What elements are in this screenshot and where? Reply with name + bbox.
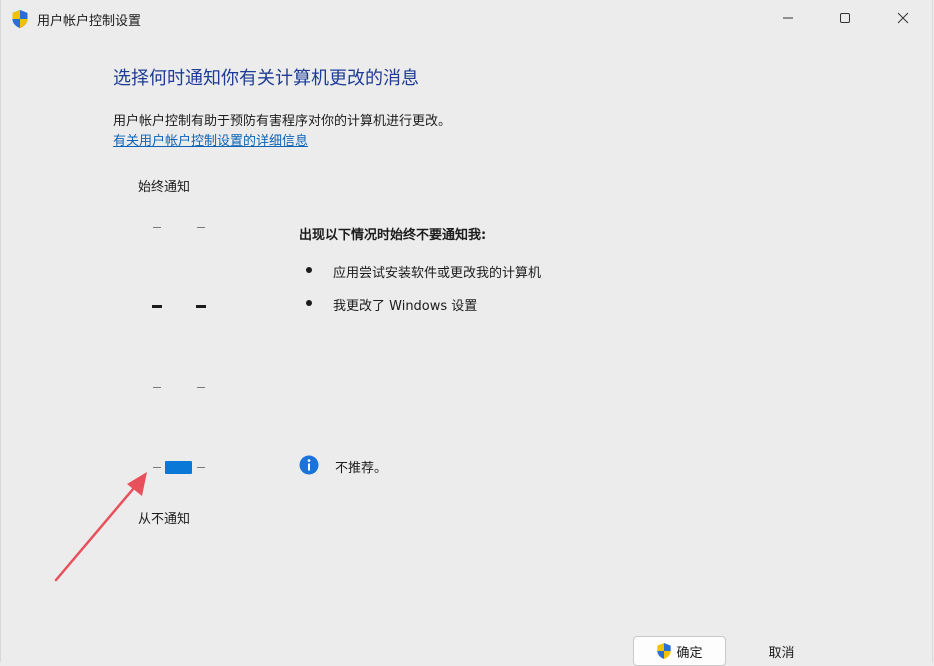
title-bar: 用户帐户控制设置: [1, 0, 934, 36]
slider-tick: [197, 467, 205, 468]
close-button[interactable]: [874, 0, 932, 36]
annotation-arrow: [54, 472, 147, 582]
cancel-button-label: 取消: [768, 645, 795, 661]
maximize-icon: [840, 13, 850, 23]
slider-tick: [197, 227, 205, 228]
page-description: 用户帐户控制有助于预防有害程序对你的计算机进行更改。: [113, 114, 452, 129]
uac-shield-icon: [12, 10, 28, 28]
maximize-button[interactable]: [816, 0, 874, 36]
uac-settings-window: 用户帐户控制设置 选择何时通知你有关计算机更改的消息 用户帐户控制有助于预防有害…: [0, 0, 934, 666]
slider-tick-default: [196, 305, 206, 308]
slider-tick-default: [152, 305, 162, 308]
panel-title: 出现以下情况时始终不要通知我:: [299, 228, 487, 243]
panel-bullet: 我更改了 Windows 设置: [333, 299, 478, 314]
slider-top-label: 始终通知: [138, 180, 191, 195]
not-recommended-text: 不推荐。: [335, 461, 388, 476]
notification-level-slider[interactable]: [151, 215, 211, 485]
more-info-link[interactable]: 有关用户帐户控制设置的详细信息: [113, 130, 308, 149]
slider-tick: [197, 387, 205, 388]
window-title: 用户帐户控制设置: [37, 14, 142, 29]
info-icon: [299, 455, 319, 475]
bullet-dot: [306, 300, 312, 306]
page-heading: 选择何时通知你有关计算机更改的消息: [113, 68, 419, 89]
minimize-button[interactable]: [759, 0, 817, 36]
minimize-icon: [783, 17, 793, 19]
bullet-dot: [306, 267, 312, 273]
slider-tick: [153, 227, 161, 228]
ok-button-label: 确定: [676, 645, 703, 661]
slider-thumb[interactable]: [165, 461, 192, 474]
panel-bullet: 应用尝试安装软件或更改我的计算机: [333, 266, 542, 281]
uac-shield-icon: [657, 643, 672, 659]
slider-tick: [153, 387, 161, 388]
close-icon: [897, 12, 909, 24]
